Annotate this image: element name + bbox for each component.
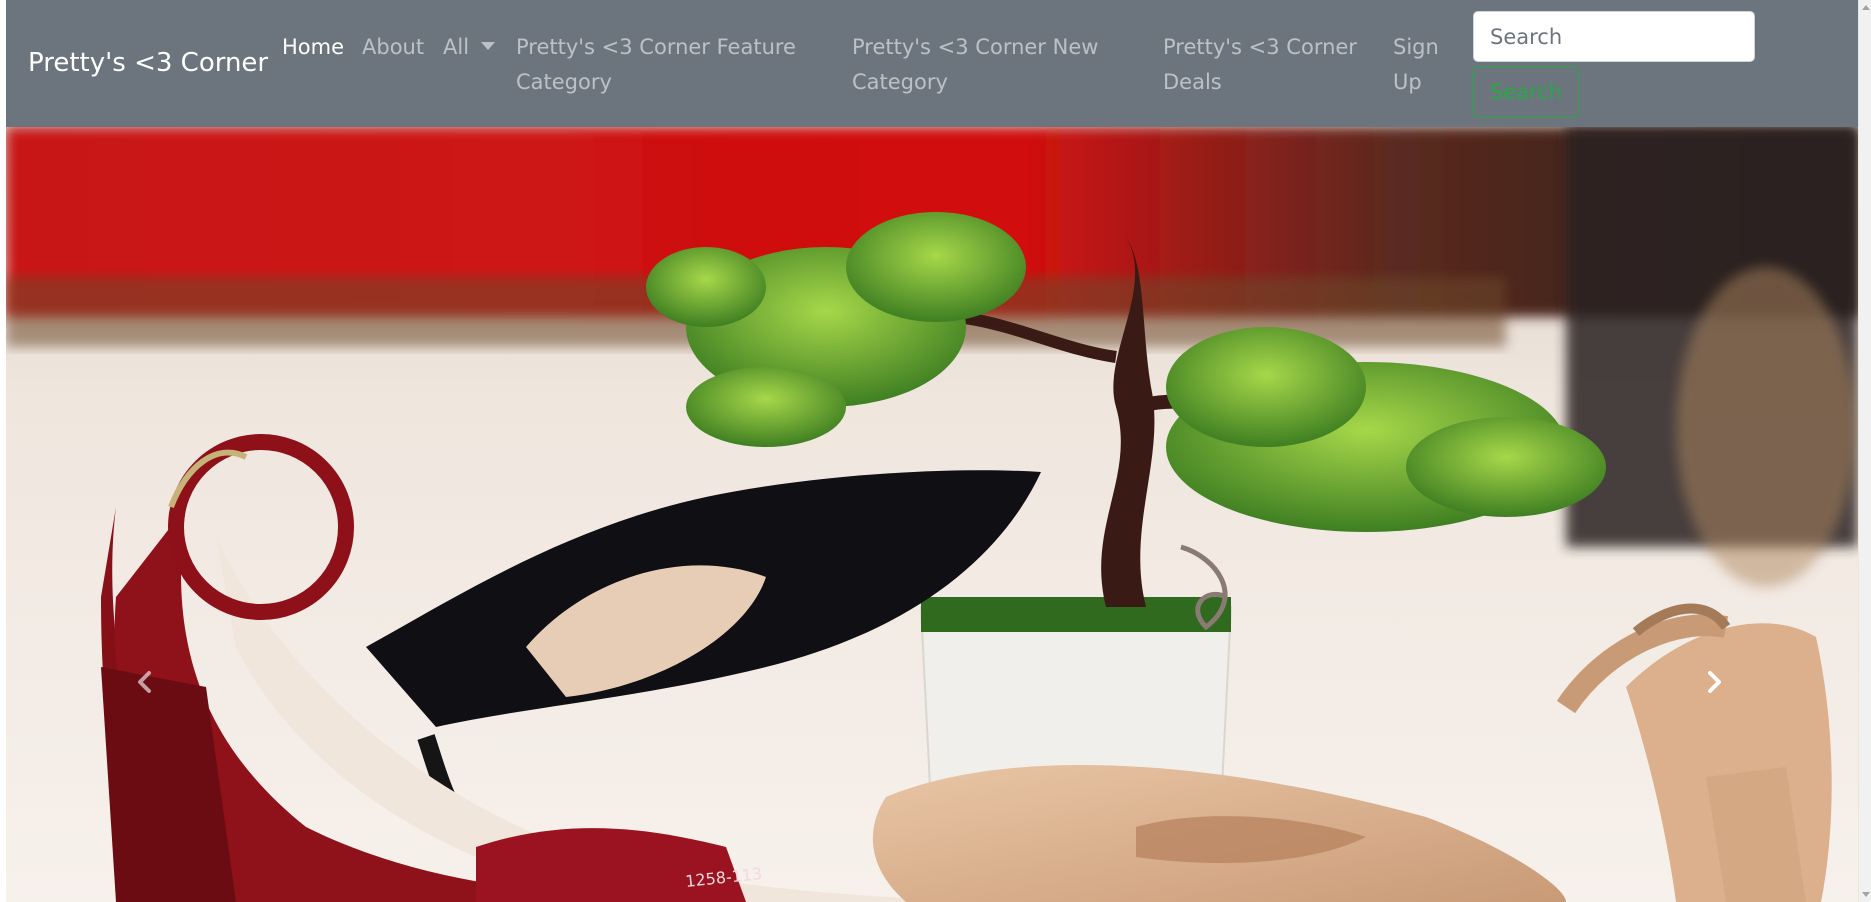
navbar: Pretty's <3 Corner Home About All Pretty… (6, 0, 1858, 127)
hero-carousel: 1258-113 (6, 127, 1858, 902)
nav-link-deals[interactable]: Pretty's <3 Corner Deals (1163, 30, 1363, 100)
nav-link-feature-category[interactable]: Pretty's <3 Corner Feature Category (516, 30, 816, 100)
carousel-next-button[interactable] (1608, 127, 1858, 902)
chevron-left-icon (138, 671, 151, 693)
nav-link-new-category[interactable]: Pretty's <3 Corner New Category (852, 30, 1122, 100)
scroll-down-icon[interactable] (1862, 892, 1870, 897)
search-input[interactable] (1473, 11, 1755, 62)
page-scrollbar[interactable] (1858, 0, 1871, 902)
carousel-slide-image: 1258-113 (6, 127, 1858, 902)
nav-link-home[interactable]: Home (282, 30, 344, 65)
scroll-up-icon[interactable] (1862, 5, 1870, 10)
chevron-right-icon (1708, 671, 1721, 693)
carousel-prev-button[interactable] (6, 127, 256, 902)
nav-dropdown-all[interactable]: All (443, 30, 496, 65)
brand-logo[interactable]: Pretty's <3 Corner (28, 46, 268, 80)
search-button[interactable]: Search (1473, 66, 1579, 118)
nav-link-sign-up[interactable]: Sign Up (1393, 30, 1453, 100)
caret-down-icon (481, 42, 496, 50)
nav-dropdown-all-label: All (443, 35, 470, 59)
nav-link-about[interactable]: About (362, 30, 424, 65)
